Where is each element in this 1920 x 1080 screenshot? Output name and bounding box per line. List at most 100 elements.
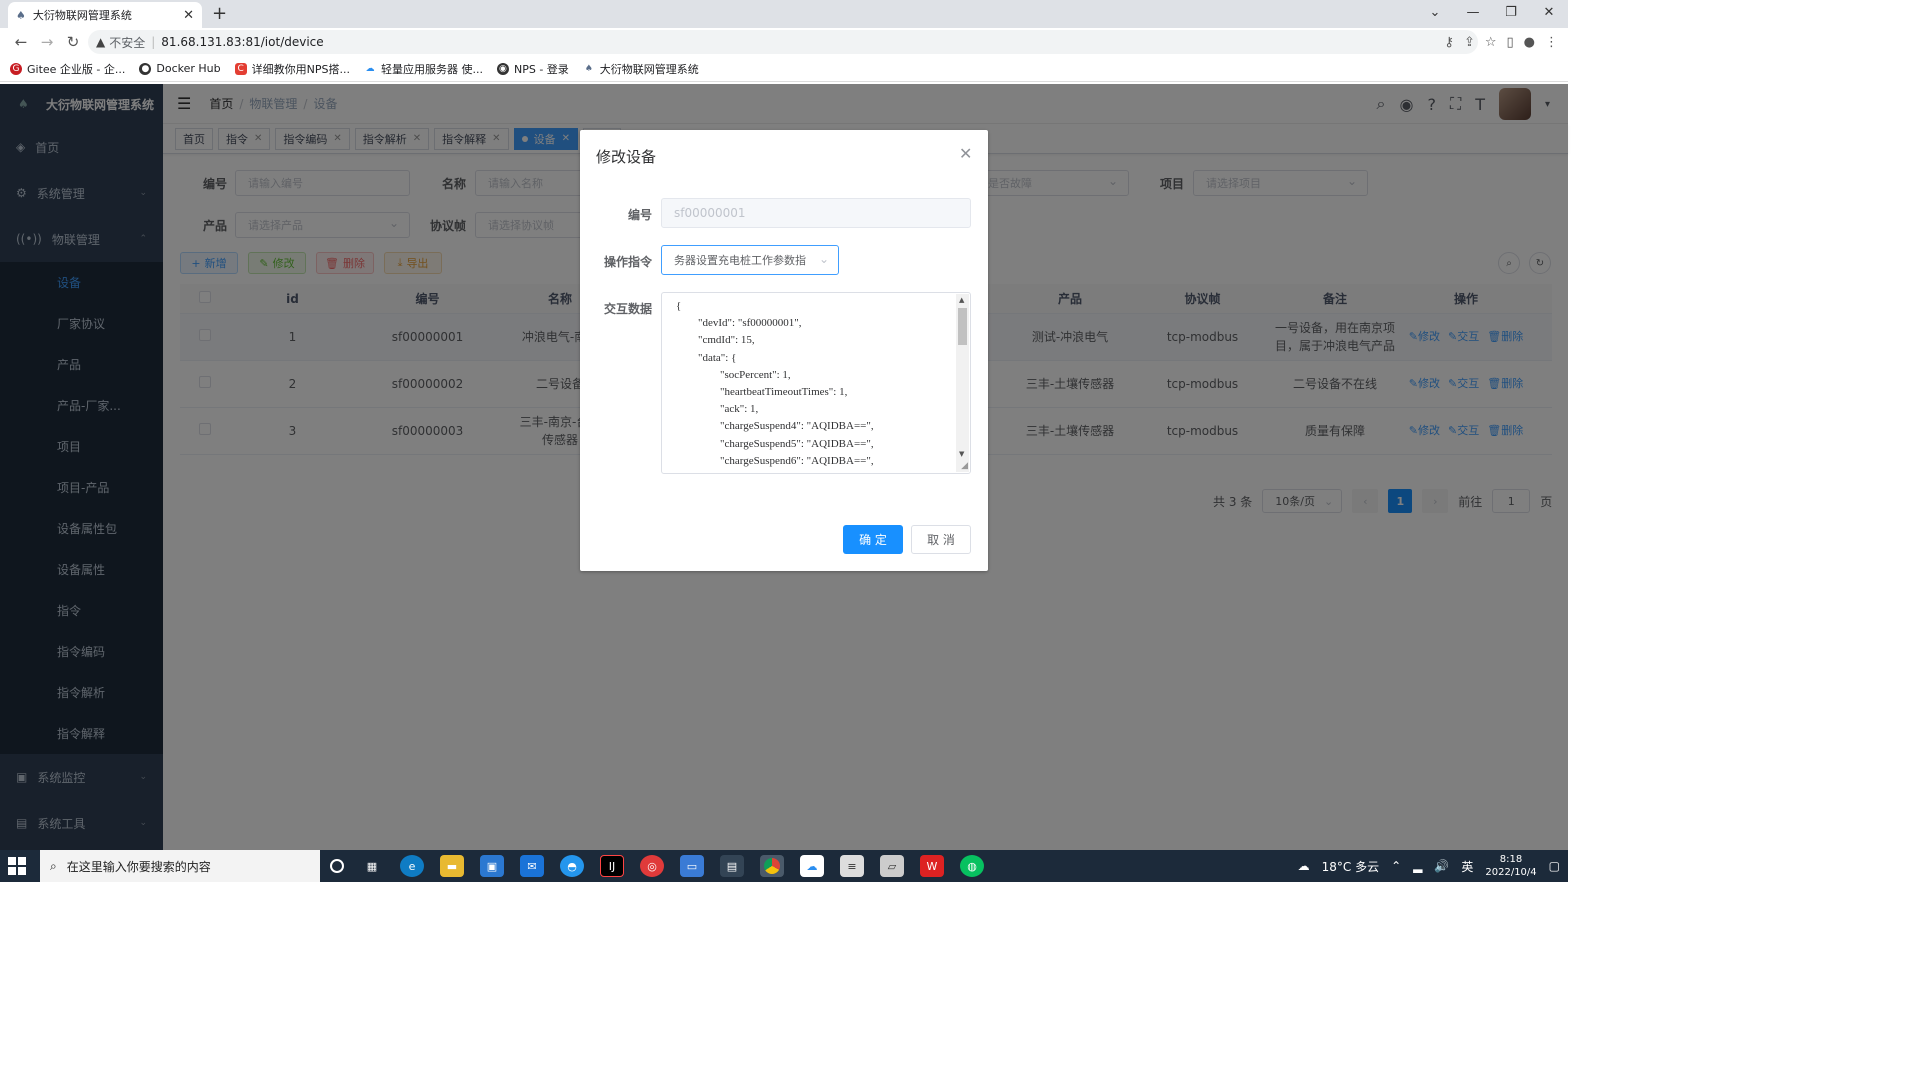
bookmark-item[interactable]: ☁ 轻量应用服务器 使... (364, 61, 483, 77)
key-icon[interactable]: ⚷ (1444, 35, 1454, 50)
taskbar-search[interactable]: ⌕ 在这里输入你要搜索的内容 (40, 850, 320, 882)
browser-tab-strip: ♠ 大衍物联网管理系统 ✕ + ⌄ — ❐ ✕ (0, 0, 1568, 28)
notification-icon[interactable]: ▢ (1549, 859, 1560, 873)
bookmark-label: Gitee 企业版 - 企... (27, 62, 126, 76)
interaction-data-textarea[interactable]: { "devId": "sf00000001", "cmdId": 15, "d… (661, 292, 971, 474)
data-label: 交互数据 (603, 302, 652, 316)
minimize-button[interactable]: — (1454, 0, 1492, 28)
file-explorer-icon[interactable]: ▬ (440, 855, 464, 877)
weather-text[interactable]: 18°C 多云 (1322, 858, 1379, 875)
command-select[interactable]: 务器设置充电桩工作参数指 ⌄ (661, 245, 839, 275)
profile-icon[interactable]: ● (1524, 35, 1535, 50)
docker-icon: ● (139, 62, 152, 75)
clock-time: 8:18 (1499, 854, 1523, 865)
toolbar-actions: ⚷ ⇪ ☆ ▯ ● ⋮ (1444, 28, 1558, 56)
forward-icon[interactable]: → (34, 28, 60, 56)
window-controls: ⌄ — ❐ ✕ (1416, 0, 1568, 28)
mail-icon[interactable]: ✉ (520, 855, 544, 877)
edit-device-dialog: 修改设备 ✕ 编号 sf00000001 操作指令 务器设置充电桩工作参数指 ⌄… (580, 130, 988, 571)
chevron-down-icon: ⌄ (818, 252, 829, 266)
sidepanel-icon[interactable]: ▯ (1507, 35, 1514, 50)
store-icon[interactable]: ▣ (480, 855, 504, 877)
confirm-button[interactable]: 确 定 (843, 525, 903, 554)
code-label: 编号 (627, 208, 652, 222)
network-icon[interactable]: ▂ (1413, 859, 1422, 873)
volume-icon[interactable]: 🔊 (1434, 859, 1449, 873)
notepad-icon[interactable]: ≡ (840, 855, 864, 877)
tab-search-icon[interactable]: ⌄ (1416, 0, 1454, 28)
bookmark-label: 详细教你用NPS搭... (251, 62, 350, 76)
windows-start-icon[interactable] (8, 857, 26, 875)
windows-taskbar: ⌕ 在这里输入你要搜索的内容 ▦ e ▬ ▣ ✉ ◓ IJ ◎ ▭ ▤ ☁ ≡ … (0, 850, 1568, 882)
browser-tab[interactable]: ♠ 大衍物联网管理系统 ✕ (8, 2, 202, 28)
dialog-title: 修改设备 (596, 148, 657, 166)
bookmarks-bar: G Gitee 企业版 - 企... ● Docker Hub C 详细教你用NPS搭… (0, 56, 1568, 82)
wps-icon[interactable]: W (920, 855, 944, 877)
csdn-icon: C (234, 62, 247, 75)
cloud-icon: ☁ (365, 63, 375, 74)
close-tab-icon[interactable]: ✕ (183, 8, 194, 23)
scroll-thumb[interactable] (958, 308, 967, 345)
resize-handle-icon[interactable]: ◢ (961, 461, 968, 471)
textarea-scrollbar[interactable]: ▲ ▼ (956, 294, 969, 472)
tray-chevron-icon[interactable]: ⌃ (1391, 859, 1401, 873)
nav-buttons: ← → ↻ (8, 28, 86, 56)
share-icon[interactable]: ⇪ (1464, 35, 1475, 50)
scroll-down-icon[interactable]: ▼ (959, 450, 964, 458)
system-tray: ☁ 18°C 多云 ⌃ ▂ 🔊 英 8:18 2022/10/4 ▢ (1298, 850, 1560, 882)
cortana-icon[interactable] (330, 859, 344, 873)
input-lang-icon[interactable]: 英 (1461, 858, 1473, 875)
scroll-up-icon[interactable]: ▲ (959, 296, 964, 304)
bookmark-label: 大衍物联网管理系统 (599, 62, 699, 76)
docker-icon[interactable]: ◓ (560, 855, 584, 877)
bookmark-label: 轻量应用服务器 使... (380, 62, 483, 76)
restore-button[interactable]: ❐ (1492, 0, 1530, 28)
menu-dots-icon[interactable]: ⋮ (1545, 35, 1558, 50)
url-separator: | (151, 35, 156, 49)
close-icon[interactable]: ✕ (959, 144, 972, 163)
vpn-icon[interactable]: ▤ (720, 855, 744, 877)
globe-icon: ◉ (496, 62, 509, 75)
search-icon: ⌕ (50, 858, 57, 873)
bookmark-item[interactable]: C 详细教你用NPS搭... (234, 61, 350, 77)
url-text: 81.68.131.83:81/iot/device (161, 35, 324, 49)
remote-desktop-icon[interactable]: ▭ (680, 855, 704, 877)
new-tab-button[interactable]: + (212, 3, 227, 24)
bookmark-item[interactable]: ♠ 大衍物联网管理系统 (583, 61, 699, 77)
clock[interactable]: 8:18 2022/10/4 (1485, 853, 1536, 879)
gitee-icon: G (10, 62, 22, 75)
intellij-icon[interactable]: IJ (600, 855, 624, 877)
netease-music-icon[interactable]: ◎ (640, 855, 664, 877)
interaction-data-text: { "devId": "sf00000001", "cmdId": 15, "d… (676, 300, 874, 467)
app-logo-icon: ♠ (16, 8, 26, 22)
bookmark-label: Docker Hub (156, 62, 221, 75)
bookmark-item[interactable]: ◉ NPS - 登录 (496, 61, 569, 77)
app-logo-icon: ♠ (584, 63, 593, 74)
bookmark-item[interactable]: ● Docker Hub (139, 62, 221, 75)
close-window-button[interactable]: ✕ (1530, 0, 1568, 28)
browser-tab-title: 大衍物联网管理系统 (32, 9, 132, 22)
edge-icon[interactable]: e (400, 855, 424, 877)
weather-icon: ☁ (1297, 859, 1310, 873)
bookmark-label: NPS - 登录 (513, 62, 569, 76)
code-field[interactable]: sf00000001 (661, 198, 971, 228)
cancel-button[interactable]: 取 消 (911, 525, 971, 554)
task-view-icon[interactable]: ▦ (360, 855, 384, 877)
taskbar-search-placeholder: 在这里输入你要搜索的内容 (66, 859, 211, 874)
back-icon[interactable]: ← (8, 28, 34, 56)
baidu-netdisk-icon[interactable]: ☁ (800, 855, 824, 877)
star-icon[interactable]: ☆ (1485, 35, 1497, 50)
browser-toolbar: ← → ↻ ▲ 不安全 | 81.68.131.83:81/iot/device… (0, 28, 1568, 56)
wechat-icon[interactable]: ◍ (960, 855, 984, 877)
address-bar[interactable]: ▲ 不安全 | 81.68.131.83:81/iot/device (88, 30, 1478, 54)
reload-icon[interactable]: ↻ (60, 28, 86, 56)
terminal-icon[interactable]: ▱ (880, 855, 904, 877)
command-label: 操作指令 (603, 255, 652, 269)
clock-date: 2022/10/4 (1485, 867, 1537, 878)
chrome-icon[interactable] (760, 855, 784, 877)
bookmark-item[interactable]: G Gitee 企业版 - 企... (10, 61, 125, 77)
taskbar-apps: ▦ e ▬ ▣ ✉ ◓ IJ ◎ ▭ ▤ ☁ ≡ ▱ W ◍ (330, 850, 984, 882)
command-value: 务器设置充电桩工作参数指 (674, 254, 806, 267)
insecure-label: 不安全 (109, 35, 146, 50)
warning-icon: ▲ (96, 35, 106, 49)
